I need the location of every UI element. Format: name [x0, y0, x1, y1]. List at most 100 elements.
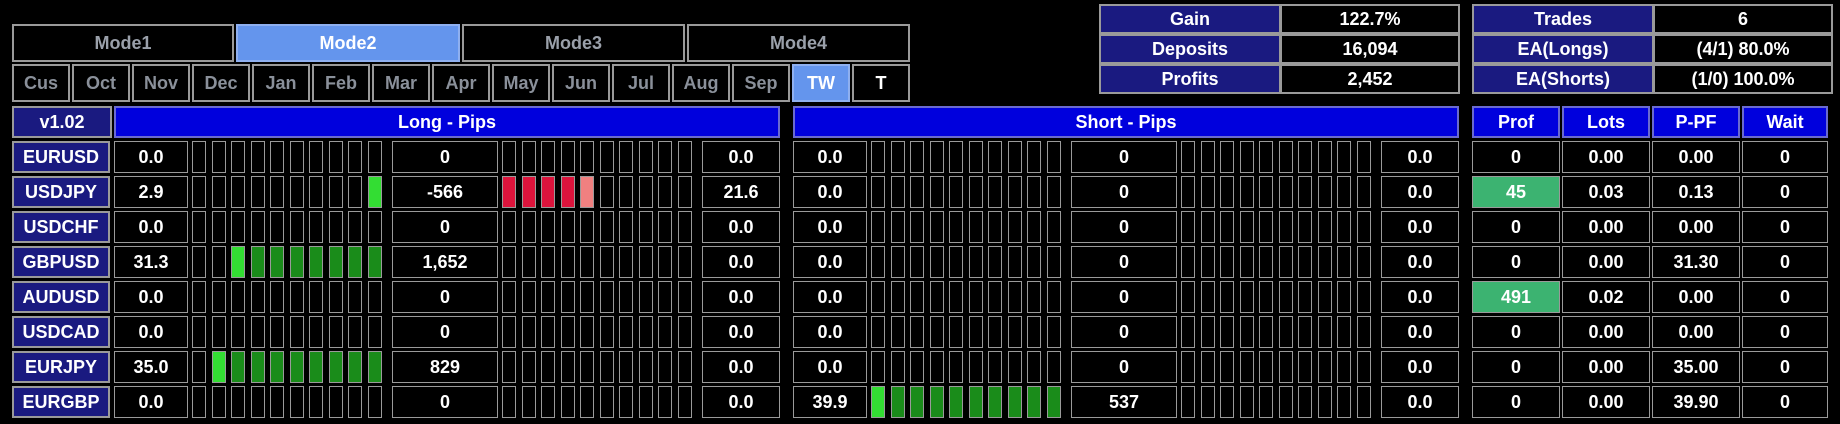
- short-pips-avg: 0.0: [1381, 351, 1459, 383]
- column-header-p-pf: P-PF: [1652, 106, 1740, 138]
- long-bar: [309, 176, 323, 208]
- stat-value: 2,452: [1280, 64, 1460, 94]
- short-bar: [1337, 351, 1351, 383]
- short-bar: [871, 351, 885, 383]
- short-bar: [1278, 351, 1293, 383]
- prof-value: 0: [1472, 246, 1560, 278]
- long-bar: [270, 351, 284, 383]
- short-bar: [988, 176, 1002, 208]
- short-bar: [1356, 211, 1371, 243]
- month-tab-aug[interactable]: Aug: [672, 64, 730, 102]
- prof-value: 0: [1472, 351, 1560, 383]
- short-bar: [1259, 211, 1273, 243]
- short-bar: [1278, 316, 1293, 348]
- wait-value: 0: [1742, 246, 1828, 278]
- short-bar: [988, 141, 1002, 173]
- long-bar: [328, 386, 343, 418]
- month-tab-jun[interactable]: Jun: [552, 64, 610, 102]
- long-bar: [638, 176, 653, 208]
- short-bar: [1007, 281, 1022, 313]
- long-bar: [270, 211, 284, 243]
- short-bar: [929, 176, 944, 208]
- prof-value: 491: [1472, 281, 1560, 313]
- stat-value: 122.7%: [1280, 4, 1460, 34]
- long-bar: [541, 246, 555, 278]
- short-bar: [1278, 281, 1293, 313]
- p-pf-value: 0.00: [1652, 316, 1740, 348]
- prof-value: 0: [1472, 316, 1560, 348]
- long-pips-value: 0.0: [114, 211, 188, 243]
- long-bar: [367, 316, 382, 348]
- long-bar: [192, 281, 206, 313]
- month-tab-nov[interactable]: Nov: [132, 64, 190, 102]
- long-bar: [599, 316, 614, 348]
- column-header-lots: Lots: [1562, 106, 1650, 138]
- short-bar: [988, 211, 1002, 243]
- long-bar: [192, 386, 206, 418]
- month-tab-t[interactable]: T: [852, 64, 910, 102]
- short-bar: [1220, 351, 1234, 383]
- short-pips-value: 0.0: [793, 211, 867, 243]
- tab-mode4[interactable]: Mode4: [687, 24, 910, 62]
- short-bar: [1337, 211, 1351, 243]
- short-bar: [1317, 281, 1332, 313]
- short-bar: [929, 386, 944, 418]
- month-tab-oct[interactable]: Oct: [72, 64, 130, 102]
- month-tab-cus[interactable]: Cus: [12, 64, 70, 102]
- short-bar: [968, 246, 983, 278]
- short-bar: [1027, 351, 1041, 383]
- short-bar: [949, 281, 963, 313]
- long-pips-total: -566: [392, 176, 498, 208]
- short-bar: [929, 141, 944, 173]
- short-bar: [1007, 211, 1022, 243]
- long-bar: [638, 316, 653, 348]
- month-tab-may[interactable]: May: [492, 64, 550, 102]
- short-bar: [988, 316, 1002, 348]
- long-bar: [541, 316, 555, 348]
- long-bar: [580, 246, 594, 278]
- tab-mode2[interactable]: Mode2: [236, 24, 460, 62]
- long-bar: [619, 281, 633, 313]
- long-bar: [367, 386, 382, 418]
- tab-mode3[interactable]: Mode3: [462, 24, 685, 62]
- long-bar: [619, 351, 633, 383]
- long-bar: [521, 316, 536, 348]
- short-bar: [949, 351, 963, 383]
- long-bar: [619, 141, 633, 173]
- month-tab-jan[interactable]: Jan: [252, 64, 310, 102]
- p-pf-value: 31.30: [1652, 246, 1740, 278]
- long-bar: [367, 141, 382, 173]
- short-bar: [871, 176, 885, 208]
- month-tab-apr[interactable]: Apr: [432, 64, 490, 102]
- p-pf-value: 0.00: [1652, 281, 1740, 313]
- long-bar: [638, 211, 653, 243]
- long-bar: [541, 176, 555, 208]
- short-bar: [1200, 211, 1215, 243]
- long-bar: [309, 246, 323, 278]
- short-bar: [890, 281, 905, 313]
- short-bar: [1259, 246, 1273, 278]
- long-bar: [619, 211, 633, 243]
- short-bar: [1298, 176, 1312, 208]
- long-bar: [328, 176, 343, 208]
- long-bar: [250, 246, 265, 278]
- short-bar: [1337, 141, 1351, 173]
- short-bar: [988, 351, 1002, 383]
- long-bar: [348, 316, 362, 348]
- long-bar: [309, 211, 323, 243]
- short-bar: [1239, 246, 1254, 278]
- month-tab-tw[interactable]: TW: [792, 64, 850, 102]
- long-bar: [367, 211, 382, 243]
- long-bar: [192, 351, 206, 383]
- tab-mode1[interactable]: Mode1: [12, 24, 234, 62]
- month-tab-dec[interactable]: Dec: [192, 64, 250, 102]
- month-tab-sep[interactable]: Sep: [732, 64, 790, 102]
- wait-value: 0: [1742, 176, 1828, 208]
- month-tab-feb[interactable]: Feb: [312, 64, 370, 102]
- month-tab-mar[interactable]: Mar: [372, 64, 430, 102]
- long-bar: [599, 141, 614, 173]
- wait-value: 0: [1742, 316, 1828, 348]
- month-tab-jul[interactable]: Jul: [612, 64, 670, 102]
- p-pf-value: 0.00: [1652, 211, 1740, 243]
- long-bar: [502, 176, 516, 208]
